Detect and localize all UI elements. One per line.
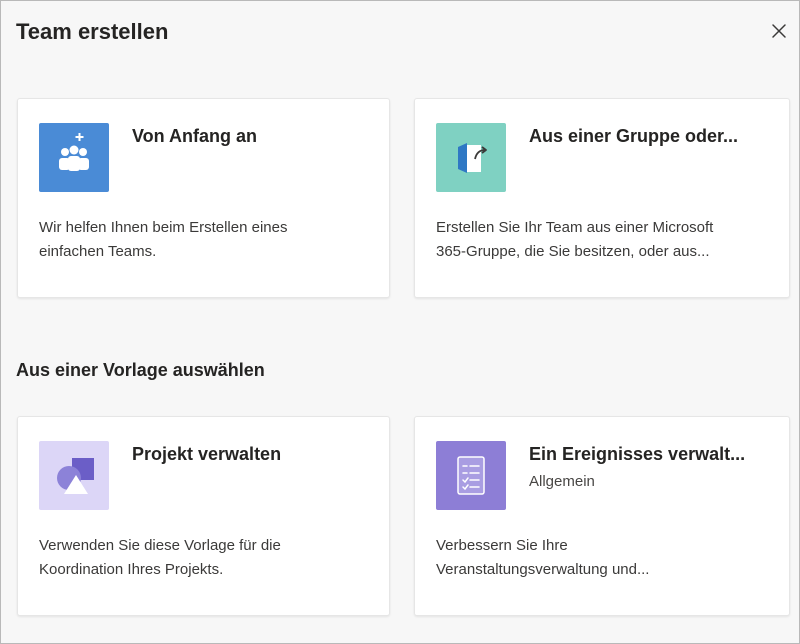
card-description-line: Erstellen Sie Ihr Team aus einer Microso… bbox=[436, 219, 714, 236]
card-description: Wir helfen Ihnen beim Erstellen eines ei… bbox=[39, 216, 375, 264]
card-description: Verwenden Sie diese Vorlage für die Koor… bbox=[39, 534, 375, 582]
card-tile bbox=[39, 441, 109, 510]
team-add-icon bbox=[59, 133, 89, 171]
card-description: Erstellen Sie Ihr Team aus einer Microso… bbox=[436, 216, 775, 264]
close-button[interactable] bbox=[767, 19, 791, 43]
card-description-line: Verbessern Sie Ihre bbox=[436, 537, 568, 554]
card-title: Projekt verwalten bbox=[132, 444, 282, 464]
section-heading: Aus einer Vorlage auswählen bbox=[16, 360, 265, 380]
card-title: Ein Ereignisses verwalt... bbox=[529, 444, 746, 464]
card-subtitle: Allgemein bbox=[529, 473, 595, 490]
card-template-event[interactable]: Ein Ereignisses verwalt... Allgemein Ver… bbox=[414, 416, 790, 616]
card-description-line: Koordination Ihres Projekts. bbox=[39, 561, 224, 578]
card-description-line: Verwenden Sie diese Vorlage für die bbox=[39, 537, 281, 554]
card-tile bbox=[436, 123, 506, 192]
card-title: Aus einer Gruppe oder... bbox=[529, 126, 739, 146]
close-icon bbox=[772, 24, 786, 38]
card-description-line: einfachen Teams. bbox=[39, 243, 157, 260]
card-description-line: 365-Gruppe, die Sie besitzen, oder aus..… bbox=[436, 243, 710, 260]
group-share-icon bbox=[458, 143, 487, 173]
card-description-line: Wir helfen Ihnen beim Erstellen eines bbox=[39, 219, 288, 236]
card-from-group[interactable]: Aus einer Gruppe oder... Erstellen Sie I… bbox=[414, 98, 790, 298]
card-description-line: Veranstaltungsverwaltung und... bbox=[436, 561, 650, 578]
shapes-icon bbox=[57, 458, 94, 494]
card-from-scratch[interactable]: Von Anfang an Wir helfen Ihnen beim Erst… bbox=[17, 98, 390, 298]
checklist-icon bbox=[457, 456, 485, 495]
dialog-title: Team erstellen bbox=[16, 19, 169, 44]
card-description: Verbessern Sie Ihre Veranstaltungsverwal… bbox=[436, 534, 775, 582]
card-template-project[interactable]: Projekt verwalten Verwenden Sie diese Vo… bbox=[17, 416, 390, 616]
card-tile bbox=[436, 441, 506, 510]
card-title: Von Anfang an bbox=[132, 126, 257, 146]
card-tile bbox=[39, 123, 109, 192]
create-team-dialog: Team erstellen Von Anfang an Wir helfen … bbox=[0, 0, 800, 644]
